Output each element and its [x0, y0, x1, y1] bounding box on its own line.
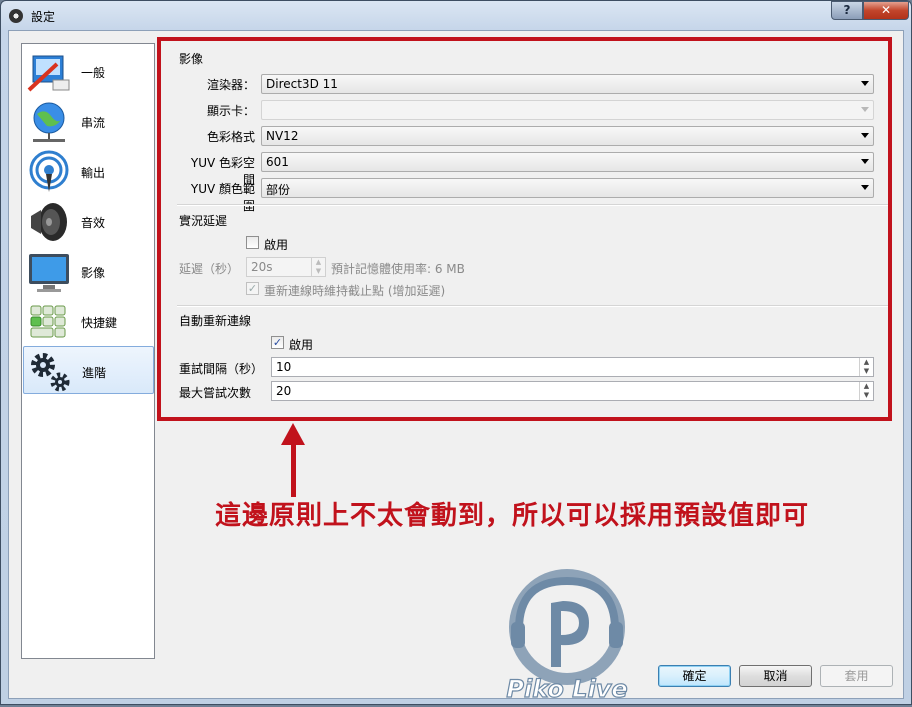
- sidebar-item-label: 影像: [81, 266, 106, 280]
- general-settings-icon: [27, 55, 70, 92]
- annotation-text: 這邊原則上不太會動到，所以可以採用預設值即可: [215, 501, 810, 531]
- close-button[interactable]: ✕: [863, 1, 909, 20]
- sidebar-item-label: 輸出: [81, 166, 106, 180]
- apply-button[interactable]: 套用: [820, 665, 893, 687]
- piko-live-watermark-logo: Piko Live: [506, 569, 628, 704]
- annotation-arrow-line: [291, 441, 296, 497]
- sidebar-item-hotkeys[interactable]: 快捷鍵: [23, 297, 154, 345]
- keyboard-icon: [30, 305, 66, 338]
- sidebar-item-label: 音效: [81, 216, 106, 230]
- obs-app-icon: [9, 9, 23, 23]
- broadcast-antenna-icon: [29, 150, 69, 192]
- sidebar-item-advanced[interactable]: 進階: [23, 346, 154, 394]
- help-button[interactable]: ?: [831, 1, 863, 20]
- globe-network-icon: [33, 102, 65, 142]
- speaker-icon: [31, 203, 67, 241]
- gears-icon: [31, 353, 70, 392]
- settings-window: 設定 ? ✕ 一般 串流 輸出 音效 影像 快捷鍵 進階 影像 渲染器： Dir…: [0, 0, 912, 705]
- sidebar-item-audio[interactable]: 音效: [23, 197, 154, 245]
- window-title: 設定: [31, 10, 56, 24]
- highlight-frame: [157, 37, 892, 421]
- title-bar[interactable]: 設定 ? ✕: [1, 1, 911, 29]
- sidebar-item-label: 進階: [82, 366, 107, 380]
- sidebar-item-general[interactable]: 一般: [23, 47, 154, 95]
- sidebar-item-label: 串流: [81, 116, 106, 130]
- dialog-client-area: 一般 串流 輸出 音效 影像 快捷鍵 進階 影像 渲染器： Direct3D 1…: [8, 30, 904, 704]
- monitor-icon: [29, 254, 69, 292]
- watermark-text: Piko Live: [506, 675, 627, 703]
- sidebar-item-output[interactable]: 輸出: [23, 147, 154, 195]
- cancel-button[interactable]: 取消: [739, 665, 812, 687]
- sidebar-item-video[interactable]: 影像: [23, 247, 154, 295]
- sidebar-item-stream[interactable]: 串流: [23, 97, 154, 145]
- sidebar-item-label: 一般: [81, 66, 106, 80]
- ok-button[interactable]: 確定: [658, 665, 731, 687]
- settings-category-list: 一般 串流 輸出 音效 影像 快捷鍵 進階: [21, 43, 155, 659]
- sidebar-item-label: 快捷鍵: [81, 316, 118, 330]
